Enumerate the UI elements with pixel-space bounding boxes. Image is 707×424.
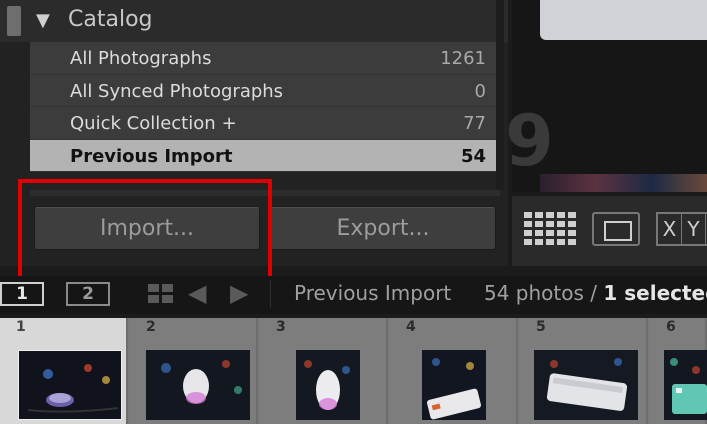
catalog-item-all-synced-photographs[interactable]: All Synced Photographs 0 xyxy=(30,74,500,107)
catalog-item-quick-collection[interactable]: Quick Collection + 77 xyxy=(30,107,500,140)
main-window-button[interactable]: 1 xyxy=(0,282,44,306)
panel-scrollbar[interactable] xyxy=(496,0,504,190)
secondary-display-bar: 1 2 ◀ ▶ Previous Import 54 photos / 1 se… xyxy=(0,276,707,314)
highlight-annotation-box xyxy=(18,179,272,282)
view-toolbar: X Y xyxy=(512,196,707,266)
filmstrip-cell[interactable]: 4 xyxy=(390,318,518,424)
photo-thumbnail[interactable] xyxy=(18,350,122,420)
catalog-item-label: Quick Collection + xyxy=(70,113,237,134)
catalog-item-label: All Photographs xyxy=(70,48,212,69)
back-arrow-icon[interactable]: ◀ xyxy=(188,279,206,307)
photo-thumbnail[interactable] xyxy=(540,174,707,192)
compare-view-icon[interactable]: X Y xyxy=(656,212,707,246)
catalog-item-previous-import[interactable]: Previous Import 54 xyxy=(30,139,500,172)
cell-number: 3 xyxy=(276,319,286,335)
filmstrip-cell[interactable]: 5 xyxy=(520,318,648,424)
grid-view-small-icon[interactable] xyxy=(148,284,174,304)
catalog-list: All Photographs 1261 All Synced Photogra… xyxy=(30,42,500,172)
grid-view-icon[interactable] xyxy=(524,212,576,246)
filmstrip-source-label[interactable]: Previous Import xyxy=(294,281,451,305)
photo-thumbnail[interactable] xyxy=(422,350,486,420)
compare-y-label: Y xyxy=(682,214,706,244)
export-button[interactable]: Export... xyxy=(270,206,496,250)
loupe-view-icon[interactable] xyxy=(592,212,640,246)
cell-number: 6 xyxy=(666,319,676,335)
catalog-item-count: 0 xyxy=(474,80,486,102)
separator xyxy=(270,280,271,308)
forward-arrow-icon[interactable]: ▶ xyxy=(230,279,248,307)
quick-collection-plus-icon: + xyxy=(221,113,237,134)
lightroom-window: ▼ Catalog All Photographs 1261 All Synce… xyxy=(0,0,707,424)
catalog-item-label: Previous Import xyxy=(70,145,233,167)
catalog-title: Catalog xyxy=(68,7,153,32)
catalog-item-count: 1261 xyxy=(440,48,486,69)
cell-number: 1 xyxy=(16,319,26,335)
catalog-item-count: 77 xyxy=(463,113,486,134)
photo-thumbnail[interactable] xyxy=(296,350,360,420)
cell-number: 4 xyxy=(406,319,416,335)
filmstrip: 1 2 3 4 5 6 xyxy=(0,318,707,424)
photo-thumbnail[interactable] xyxy=(540,0,707,40)
cell-number: 2 xyxy=(146,319,156,335)
catalog-header[interactable]: ▼ Catalog xyxy=(0,0,508,42)
filmstrip-cell[interactable]: 2 xyxy=(130,318,258,424)
filmstrip-cell[interactable]: 3 xyxy=(260,318,388,424)
photo-thumbnail[interactable] xyxy=(146,350,250,420)
photo-thumbnail[interactable] xyxy=(664,350,707,420)
filmstrip-cell[interactable]: 1 xyxy=(0,318,128,424)
cell-index-watermark: 9 xyxy=(505,100,554,182)
filmstrip-cell[interactable]: 6 xyxy=(650,318,707,424)
panel-scroll-handle[interactable] xyxy=(7,6,21,36)
left-panel: ▼ Catalog All Photographs 1261 All Synce… xyxy=(0,0,508,282)
catalog-item-label: All Synced Photographs xyxy=(70,80,284,102)
collapse-triangle-icon[interactable]: ▼ xyxy=(36,10,50,31)
catalog-item-count: 54 xyxy=(460,145,486,167)
secondary-window-button[interactable]: 2 xyxy=(66,282,110,306)
photo-thumbnail[interactable] xyxy=(534,350,638,420)
compare-x-label: X xyxy=(658,214,682,244)
photo-count-status: 54 photos / 1 selected xyxy=(484,281,707,305)
catalog-item-all-photographs[interactable]: All Photographs 1261 xyxy=(30,42,500,75)
cell-number: 5 xyxy=(536,319,546,335)
